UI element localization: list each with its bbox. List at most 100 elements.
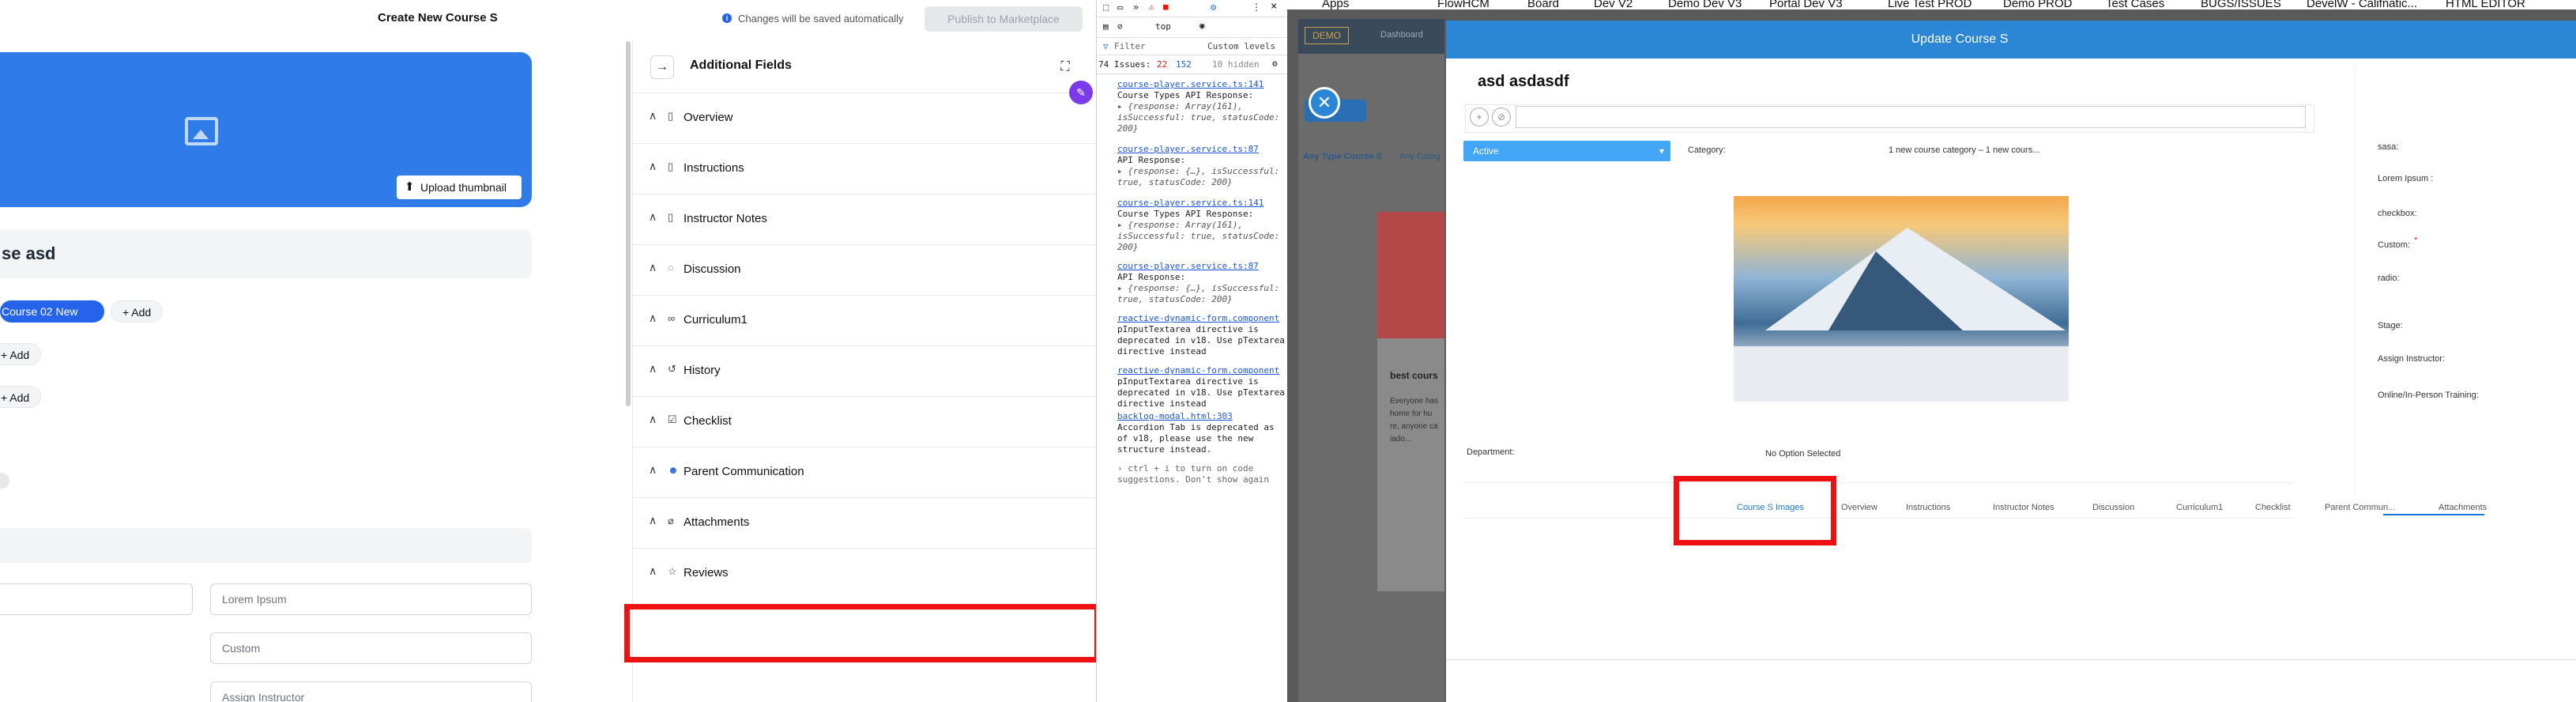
update-course-modal: Update Course S asd asdasdf + ⊘ Active ▾ … [1446,21,2576,702]
sidebar-icon[interactable]: ▤ [1103,21,1109,32]
error-icon[interactable]: ⚠ [1149,2,1154,12]
bookmark[interactable]: Test Cases [2106,0,2164,10]
eye-icon[interactable]: ◉ [1199,21,1205,31]
bookmark[interactable]: Live Test PROD [1888,0,1972,10]
link-icon[interactable]: ⊘ [1492,108,1511,126]
text-field[interactable] [0,583,193,615]
nav-dashboard[interactable]: Dashboard [1380,30,1423,40]
upload-thumbnail-button[interactable]: ⬆ Upload thumbnail [397,176,522,199]
filter-category[interactable]: Any Categ [1399,152,1440,161]
page-title: Create New Course S [378,11,498,25]
image-shade [1828,251,1963,330]
log-object[interactable]: ▸ {response: Array(161), isSuccessful: t… [1117,101,1279,134]
accordion-instructor-notes[interactable]: ∧ ▯ Instructor Notes [633,194,1096,245]
clear-icon[interactable]: ⊘ [1117,21,1123,32]
publish-button[interactable]: Publish to Marketplace [925,6,1083,32]
bookmark[interactable]: FlowHCM [1437,0,1489,10]
accordion-parent-communication[interactable]: ∧ ☻ Parent Communication [633,447,1096,498]
bookmark[interactable]: Board [1527,0,1559,10]
log-object[interactable]: ▸ {response: Array(161), isSuccessful: t… [1117,220,1279,252]
bookmark[interactable]: Demo Dev V3 [1668,0,1742,10]
toggle-switch[interactable] [0,473,9,489]
bookmark[interactable]: Apps [1322,0,1349,10]
chevron-up-icon: ∧ [649,362,657,375]
course-title[interactable]: se asd [0,229,532,278]
lorem-ipsum-field[interactable]: Lorem Ipsum [210,583,532,615]
accordion-attachments[interactable]: ∧ ⌀ Attachments [633,498,1096,549]
menu-icon[interactable]: ⋮ [1252,2,1261,13]
log-message: pInputTextarea directive is deprecated i… [1117,376,1285,409]
chevron-up-icon: ∧ [649,514,657,526]
log-levels-select[interactable]: Custom levels [1207,41,1275,51]
log-source-link[interactable]: reactive-dynamic-form.component [1117,365,1279,376]
gear-icon[interactable]: ⚙ [1272,58,1278,69]
fullscreen-icon[interactable]: ⛶ [1053,55,1077,79]
log-object[interactable]: ▸ {response: {…}, isSuccessful: true, st… [1117,283,1279,304]
add-button[interactable]: + Add [0,343,42,365]
issues-count[interactable]: 74 Issues: [1098,59,1151,70]
device-icon[interactable]: ▭ [1117,2,1123,13]
log-source-link[interactable]: course-player.service.ts:141 [1117,198,1264,208]
field-label: checkbox: [2378,209,2417,218]
chevron-up-icon: ∧ [649,463,657,476]
close-icon[interactable]: ✕ [1309,87,1340,119]
tab-instructor-notes[interactable]: Instructor Notes [1993,503,2054,512]
accordion-discussion[interactable]: ∧ ◌ Discussion [633,245,1096,296]
star-icon: ☆ [668,565,677,577]
bookmark[interactable]: Dev V2 [1594,0,1633,10]
editor-input[interactable] [1516,106,2306,128]
add-button[interactable]: + Add [111,300,164,323]
accordion-label: History [684,364,721,377]
error-badge-icon[interactable]: ■ [1163,2,1169,12]
tab-instructions[interactable]: Instructions [1906,503,1950,512]
inspect-icon[interactable]: ⬚ [1103,2,1109,13]
add-icon[interactable]: + [1470,108,1489,126]
clipboard-icon: ▯ [668,211,674,223]
settings-icon[interactable]: ⚙ [1211,2,1216,13]
arrow-right-icon[interactable]: → [650,55,674,79]
hidden-count: 10 hidden [1212,59,1260,70]
bookmark[interactable]: Portal Dev V3 [1769,0,1843,10]
image-icon [185,117,218,145]
tab-discussion[interactable]: Discussion [2092,503,2134,512]
context-select[interactable]: top [1155,21,1171,32]
log-source-link[interactable]: reactive-dynamic-form.component [1117,313,1279,323]
course-card[interactable]: best cours Everyone has home for hu re, … [1377,212,1444,591]
accordion-instructions[interactable]: ∧ ▯ Instructions [633,144,1096,194]
tab-checklist[interactable]: Checklist [2255,503,2291,512]
card-text: iado... [1390,435,1412,443]
close-icon[interactable]: × [1271,0,1277,13]
upload-label: Upload thumbnail [420,181,507,194]
console-hint: › ctrl + i to turn on code suggestions. … [1117,463,1270,485]
status-select[interactable]: Active ▾ [1463,141,1670,161]
accordion-checklist[interactable]: ∧ ☑ Checklist [633,397,1096,447]
log-source-link[interactable]: backlog-modal.html:303 [1117,411,1233,421]
accordion-history[interactable]: ∧ ↺ History [633,346,1096,397]
bookmark[interactable]: BUGS/ISSUES [2201,0,2281,10]
log-source-link[interactable]: course-player.service.ts:141 [1117,79,1264,89]
tab-attachments[interactable]: Attachments [2439,503,2487,512]
bookmark[interactable]: Demo PROD [2003,0,2073,10]
tab-parent-communication[interactable]: Parent Commun... [2325,503,2395,512]
accordion-curriculum1[interactable]: ∧ ∞ Curriculum1 [633,296,1096,346]
accordion-overview[interactable]: ∧ ▯ Overview [633,93,1096,144]
scrollbar[interactable] [626,41,631,406]
field-label: Custom: [2378,240,2410,250]
more-tabs-icon[interactable]: » [1133,2,1139,13]
filter-course-type[interactable]: Any Type Course S [1303,152,1382,161]
log-object[interactable]: ▸ {response: {…}, isSuccessful: true, st… [1117,166,1279,187]
bookmark[interactable]: DevelW - Califnatic... [2307,0,2417,10]
log-source-link[interactable]: course-player.service.ts:87 [1117,144,1259,154]
custom-field[interactable]: Custom [210,632,532,664]
log-source-link[interactable]: course-player.service.ts:87 [1117,261,1259,271]
assign-instructor-select[interactable]: Assign Instructor [210,681,532,702]
tab-curriculum1[interactable]: Curriculum1 [2176,503,2223,512]
category-label: Category: [1688,145,1726,155]
category-value: 1 new course category – 1 new cours... [1889,145,2040,155]
filter-input[interactable]: Filter [1114,41,1146,51]
bookmark[interactable]: HTML EDITOR [2446,0,2525,10]
add-button[interactable]: + Add [0,386,42,408]
accordion-reviews[interactable]: ∧ ☆ Reviews [633,549,1096,599]
course-chip[interactable]: Course 02 New [0,300,104,323]
tab-overview[interactable]: Overview [1841,503,1877,512]
